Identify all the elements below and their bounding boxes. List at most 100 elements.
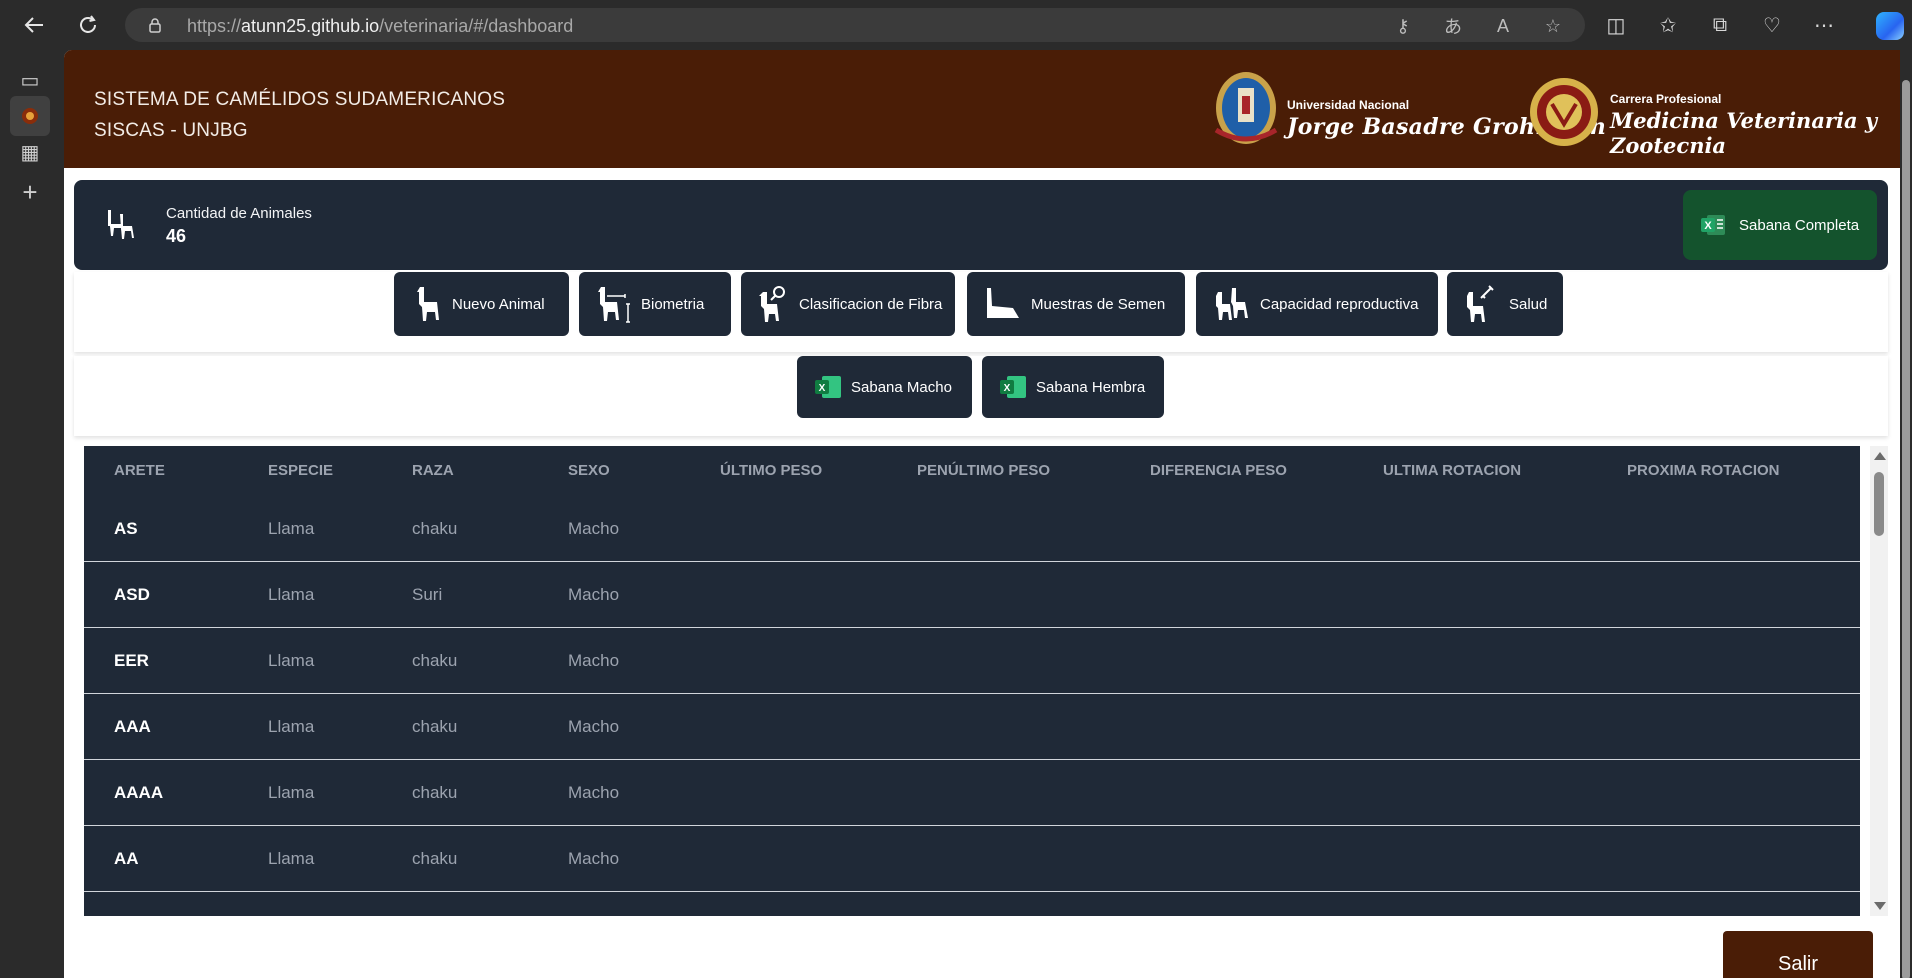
cell-sexo: Macho xyxy=(568,585,620,604)
llama-herd-icon xyxy=(108,210,134,239)
cell-especie: Llama xyxy=(268,519,315,538)
clasificacion-fibra-button[interactable]: Clasificacion de Fibra xyxy=(741,272,955,336)
career-seal-logo xyxy=(1530,78,1598,146)
sabana-macho-button[interactable]: X Sabana Macho xyxy=(797,356,972,418)
copilot-icon[interactable] xyxy=(1876,12,1904,40)
split-screen-icon[interactable]: ◫ xyxy=(1600,8,1632,42)
llama-syringe-icon xyxy=(1467,285,1494,322)
cell-arete: AAA xyxy=(114,717,151,736)
cell-sexo: Macho xyxy=(568,519,620,538)
column-header-especie[interactable]: ESPECIE xyxy=(268,446,333,496)
table-row[interactable]: EER Llama chaku Macho xyxy=(84,628,1860,694)
clasificacion-fibra-label: Clasificacion de Fibra xyxy=(799,295,943,313)
sabana-hembra-button[interactable]: X Sabana Hembra xyxy=(982,356,1164,418)
url-host: atunn25.github.io xyxy=(241,16,380,36)
window-scroll-thumb[interactable] xyxy=(1902,80,1910,978)
column-header-sexo[interactable]: SEXO xyxy=(568,446,610,496)
excel-icon: X xyxy=(1701,215,1725,235)
scroll-thumb[interactable] xyxy=(1874,472,1884,536)
more-menu-icon[interactable]: ⋯ xyxy=(1808,8,1840,42)
tab-calendar-icon[interactable]: ▦ xyxy=(10,132,50,172)
column-header-proxima-rotacion[interactable]: PROXIMA ROTACION xyxy=(1627,446,1780,496)
llama-resting-icon xyxy=(987,288,1019,318)
cell-arete: ASD xyxy=(114,585,150,604)
cell-raza: chaku xyxy=(412,651,458,670)
url-text[interactable]: https://atunn25.github.io/veterinaria/#/… xyxy=(187,16,573,37)
favorite-star-icon[interactable]: ☆ xyxy=(1541,14,1565,38)
nuevo-animal-button[interactable]: Nuevo Animal xyxy=(394,272,569,336)
svg-text:X: X xyxy=(819,383,826,394)
url-prefix: https:// xyxy=(187,16,242,36)
collections-icon[interactable]: ⧉ xyxy=(1704,8,1736,42)
career-name: Carrera Profesional Medicina Veterinaria… xyxy=(1610,92,1900,158)
sabana-completa-button[interactable]: X Sabana Completa xyxy=(1683,190,1877,260)
biometria-button[interactable]: Biometria xyxy=(579,272,731,336)
translate-icon[interactable]: あ xyxy=(1441,14,1465,38)
table-row[interactable]: AAA Llama chaku Macho xyxy=(84,694,1860,760)
browser-essentials-icon[interactable]: ♡ xyxy=(1756,8,1788,42)
table-row[interactable]: AA Llama chaku Macho xyxy=(84,826,1860,892)
table-row[interactable] xyxy=(84,892,1860,916)
career-full-name: Medicina Veterinaria y Zootecnia xyxy=(1610,108,1878,158)
favorites-icon[interactable]: ✩ xyxy=(1652,8,1684,42)
animals-table: ARETE ESPECIE RAZA SEXO ÚLTIMO PESO PENÚ… xyxy=(84,446,1860,916)
cell-arete: AAAA xyxy=(114,783,164,802)
reload-icon[interactable] xyxy=(68,5,108,45)
cell-especie: Llama xyxy=(268,849,315,868)
animal-count-panel: Cantidad de Animales 46 X Sabana Complet… xyxy=(74,180,1888,270)
new-tab-icon[interactable]: + xyxy=(10,172,50,212)
table-scrollbar[interactable] xyxy=(1870,446,1888,916)
column-header-diferencia-peso[interactable]: DIFERENCIA PESO xyxy=(1150,446,1287,496)
table-row[interactable]: AS Llama chaku Macho xyxy=(84,496,1860,562)
excel-icon: X xyxy=(1000,376,1026,398)
llama-magnifier-icon xyxy=(759,286,785,322)
capacidad-reproductiva-label: Capacidad reproductiva xyxy=(1260,295,1419,313)
excel-icon: X xyxy=(815,376,841,398)
address-bar[interactable]: https://atunn25.github.io/veterinaria/#/… xyxy=(125,8,1585,42)
cell-arete: AS xyxy=(114,519,138,538)
vertical-tab-bar: ▭ ▦ + xyxy=(0,50,62,978)
scroll-up-arrow-icon[interactable] xyxy=(1874,452,1886,460)
cell-sexo: Macho xyxy=(568,651,620,670)
back-icon[interactable] xyxy=(14,5,54,45)
table-row[interactable]: ASD Llama Suri Macho xyxy=(84,562,1860,628)
window-scrollbar[interactable] xyxy=(1900,50,1912,978)
column-header-penultimo-peso[interactable]: PENÚLTIMO PESO xyxy=(917,446,1050,496)
llama-pair-icon xyxy=(1216,288,1248,320)
cell-especie: Llama xyxy=(268,651,315,670)
cell-raza: chaku xyxy=(412,783,458,802)
column-header-raza[interactable]: RAZA xyxy=(412,446,454,496)
tab-actions-icon[interactable]: ▭ xyxy=(10,60,50,100)
cell-especie: Llama xyxy=(268,717,315,736)
site-title: SISTEMA DE CAMÉLIDOS SUDAMERICANOS SISCA… xyxy=(94,84,505,146)
key-icon[interactable]: ⚷ xyxy=(1391,14,1415,38)
salud-label: Salud xyxy=(1509,295,1548,313)
column-header-ultima-rotacion[interactable]: ULTIMA ROTACION xyxy=(1383,446,1521,496)
capacidad-reproductiva-button[interactable]: Capacidad reproductiva xyxy=(1196,272,1438,336)
cell-sexo: Macho xyxy=(568,783,620,802)
read-aloud-icon[interactable]: A xyxy=(1491,14,1515,38)
salud-button[interactable]: Salud xyxy=(1447,272,1563,336)
sabana-button-row: X Sabana Macho X Sabana Hembra xyxy=(74,356,1888,436)
cell-especie: Llama xyxy=(268,585,315,604)
scroll-down-arrow-icon[interactable] xyxy=(1874,902,1886,910)
muestras-semen-label: Muestras de Semen xyxy=(1031,295,1166,313)
cell-raza: chaku xyxy=(412,717,458,736)
animal-count-value: 46 xyxy=(166,226,187,246)
cell-especie: Llama xyxy=(268,783,315,802)
table-row[interactable]: AAAA Llama chaku Macho xyxy=(84,760,1860,826)
cell-arete: EER xyxy=(114,651,149,670)
animal-count-label: Cantidad de Animales xyxy=(166,205,312,222)
salir-button[interactable]: Salir xyxy=(1723,931,1873,978)
nuevo-animal-label: Nuevo Animal xyxy=(452,295,545,313)
llama-measure-icon xyxy=(598,287,630,323)
column-header-arete[interactable]: ARETE xyxy=(114,446,165,496)
cell-raza: chaku xyxy=(412,849,458,868)
url-path: /veterinaria/#/dashboard xyxy=(379,16,574,36)
muestras-semen-button[interactable]: Muestras de Semen xyxy=(967,272,1185,336)
page: SISTEMA DE CAMÉLIDOS SUDAMERICANOS SISCA… xyxy=(64,50,1900,978)
sabana-completa-label: Sabana Completa xyxy=(1739,216,1860,234)
column-header-ultimo-peso[interactable]: ÚLTIMO PESO xyxy=(720,446,822,496)
cell-sexo: Macho xyxy=(568,717,620,736)
active-tab-favicon-icon[interactable] xyxy=(10,96,50,136)
